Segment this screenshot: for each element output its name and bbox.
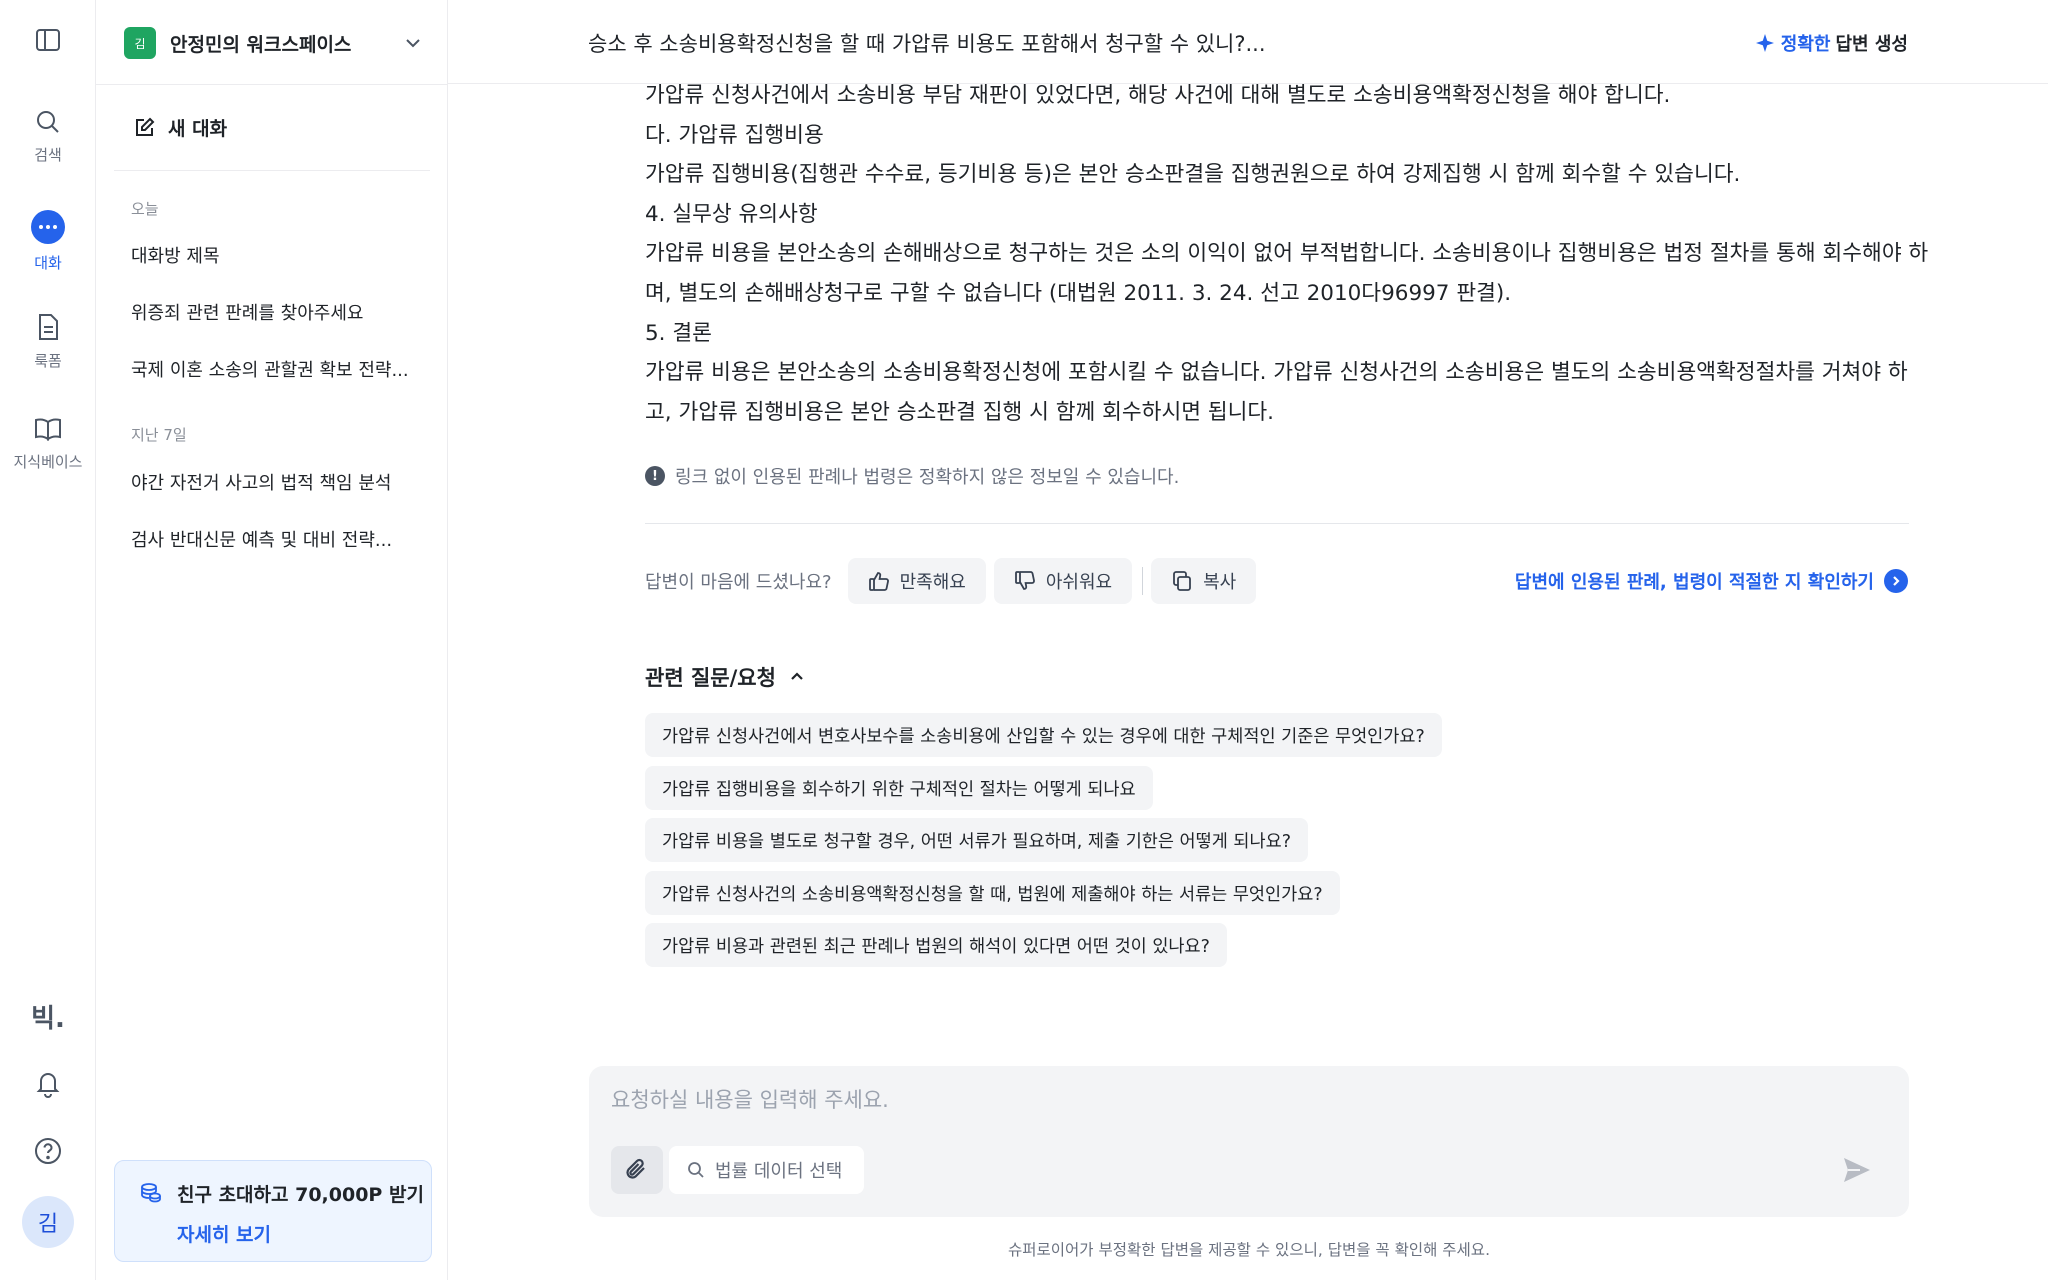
answer-line: 다. 가압류 집행비용 (645, 122, 824, 148)
conversation-item[interactable]: 대화방 제목 (131, 242, 421, 268)
attach-file-button[interactable] (611, 1146, 663, 1194)
answer-divider (645, 523, 1909, 524)
rail-chat-button[interactable]: 대화 (0, 210, 96, 273)
sidebar-toggle-button[interactable] (0, 26, 96, 54)
sidebar-divider (114, 170, 430, 171)
answer-line: 가압류 비용은 본안소송의 소송비용확정신청에 포함시킬 수 없습니다. 가압류… (645, 360, 1908, 386)
rail-knowledge-base-button[interactable]: 지식베이스 (0, 415, 96, 472)
message-input[interactable] (611, 1088, 1811, 1112)
conversation-title: 승소 후 소송비용확정신청을 할 때 가압류 비용도 포함해서 청구할 수 있니… (588, 32, 1266, 56)
copy-label: 복사 (1203, 572, 1237, 593)
rail-form-label: 룩폼 (34, 352, 62, 370)
related-question-chip[interactable]: 가압류 비용을 별도로 청구할 경우, 어떤 서류가 필요하며, 제출 기한은 … (645, 818, 1309, 862)
feedback-divider (1142, 567, 1144, 595)
new-chat-button[interactable]: 새 대화 (132, 114, 227, 141)
invite-promo-card[interactable]: 친구 초대하고 70,000P 받기 자세히 보기 (114, 1160, 432, 1262)
copy-icon (1173, 571, 1192, 591)
feedback-question: 답변이 마음에 드셨나요? (645, 572, 832, 593)
related-question-chip[interactable]: 가압류 신청사건에서 변호사보수를 소송비용에 산입할 수 있는 경우에 대한 … (645, 713, 1442, 757)
rail-search-button[interactable]: 검색 (0, 108, 96, 165)
conversation-item[interactable]: 국제 이혼 소송의 관할권 확보 전략... (131, 356, 421, 382)
copy-button[interactable]: 복사 (1151, 558, 1257, 604)
group-label-today: 오늘 (131, 200, 159, 218)
rail-kb-label: 지식베이스 (13, 453, 83, 471)
answer-line: 가압류 비용을 본안소송의 손해배상으로 청구하는 것은 소의 이익이 없어 부… (645, 241, 1929, 267)
legal-data-select-label: 법률 데이터 선택 (715, 1161, 843, 1182)
thumbs-up-icon (868, 572, 889, 591)
answer-mode-accent: 정확한 (1780, 34, 1831, 55)
answer-line: 4. 실무상 유의사항 (645, 201, 818, 227)
answer-line: 5. 결론 (645, 320, 712, 346)
edit-icon (136, 117, 155, 136)
sidebar-divider (96, 84, 448, 85)
rail-search-label: 검색 (34, 146, 62, 164)
document-icon (39, 314, 58, 340)
dislike-button[interactable]: 아쉬워요 (993, 558, 1133, 604)
citation-disclaimer: ! 링크 없이 인용된 판례나 법령은 정확하지 않은 정보일 수 있습니다. (645, 463, 1179, 489)
sidebar-toggle-icon (36, 29, 60, 51)
composer-footer-disclaimer: 슈퍼로이어가 부정확한 답변을 제공할 수 있으니, 답변을 꼭 확인해 주세요… (1008, 1241, 1490, 1259)
related-question-chip[interactable]: 가압류 비용과 관련된 최근 판례나 법원의 해석이 있다면 어떤 것이 있나요… (645, 923, 1227, 967)
verify-citations-link[interactable]: 답변에 인용된 판례, 법령이 적절한 지 확인하기 (1515, 568, 1908, 594)
rail-form-button[interactable]: 룩폼 (0, 312, 96, 371)
conversation-header: 승소 후 소송비용확정신청을 할 때 가압류 비용도 포함해서 청구할 수 있니… (448, 0, 2048, 84)
answer-line: 며, 별도의 손해배상청구로 구할 수 없습니다 (대법원 2011. 3. 2… (645, 280, 1512, 306)
promo-title: 친구 초대하고 70,000P 받기 (177, 1184, 424, 1206)
book-icon (35, 418, 61, 441)
thumbs-down-icon (1014, 571, 1035, 590)
promo-details-link[interactable]: 자세히 보기 (177, 1220, 271, 1247)
workspace-badge: 김 (124, 27, 156, 59)
send-icon (1844, 1158, 1870, 1182)
verify-citations-label: 답변에 인용된 판례, 법령이 적절한 지 확인하기 (1514, 572, 1874, 593)
user-avatar-button[interactable]: 김 (0, 1196, 96, 1248)
paperclip-icon (626, 1158, 645, 1179)
answer-mode-toggle[interactable]: 정확한 답변 생성 (1755, 30, 1908, 56)
bell-icon (36, 1073, 60, 1098)
like-label: 만족해요 (899, 572, 966, 593)
disclaimer-text: 링크 없이 인용된 판례나 법령은 정확하지 않은 정보일 수 있습니다. (675, 467, 1180, 488)
conversation-item[interactable]: 위증죄 관련 판례를 찾아주세요 (131, 299, 421, 325)
answer-line: 가압류 집행비용(집행관 수수료, 등기비용 등)은 본안 승소판결을 집행권원… (645, 162, 1741, 188)
new-chat-label: 새 대화 (168, 118, 228, 140)
chevron-right-icon (1884, 569, 1908, 593)
rail-chat-label: 대화 (34, 254, 62, 272)
chevron-up-icon (791, 672, 803, 680)
warning-icon: ! (645, 466, 665, 486)
workspace-name: 안정민의 워크스페이스 (170, 33, 352, 56)
dislike-label: 아쉬워요 (1045, 572, 1113, 593)
sparkle-icon (1755, 34, 1774, 52)
answer-line: 고, 가압류 집행비용은 본안 승소판결 집행 시 함께 회수하시면 됩니다. (645, 399, 1275, 425)
help-button[interactable] (0, 1136, 96, 1166)
answer-body: 가압류 신청사건에서 소송비용 부담 재판이 있었다면, 해당 사건에 대해 별… (645, 76, 1929, 432)
search-icon (688, 1162, 704, 1178)
related-question-chip[interactable]: 가압류 신청사건의 소송비용액확정신청을 할 때, 법원에 제출해야 하는 서류… (645, 871, 1340, 915)
brand-logo[interactable]: 빅. (0, 998, 96, 1035)
chevron-down-icon (406, 39, 420, 48)
conversation-sidebar: 김 안정민의 워크스페이스 새 대화 오늘 대화방 제목 위증죄 관련 판례를 … (96, 0, 448, 1280)
conversation-item[interactable]: 검사 반대신문 예측 및 대비 전략... (131, 526, 421, 552)
help-icon (35, 1138, 61, 1164)
like-button[interactable]: 만족해요 (847, 558, 986, 604)
coins-icon (141, 1183, 161, 1203)
related-question-chip[interactable]: 가압류 집행비용을 회수하기 위한 구체적인 절차는 어떻게 되나요 (645, 766, 1153, 810)
group-label-last-7-days: 지난 7일 (131, 426, 187, 444)
legal-data-select-button[interactable]: 법률 데이터 선택 (669, 1146, 865, 1194)
conversation-item[interactable]: 야간 자전거 사고의 법적 책임 분석 (131, 469, 421, 495)
feedback-bar: 답변이 마음에 드셨나요? 만족해요 아쉬워요 복사 (645, 558, 1264, 604)
related-questions-title: 관련 질문/요청 (645, 666, 776, 690)
icon-rail: 검색 대화 룩폼 지식베이스 빅. 김 (0, 0, 96, 1280)
answer-mode-label: 답변 생성 (1835, 34, 1908, 55)
chat-icon (31, 210, 65, 244)
workspace-selector[interactable]: 김 안정민의 워크스페이스 (124, 26, 424, 60)
notifications-button[interactable] (0, 1068, 96, 1098)
send-button[interactable] (1841, 1154, 1873, 1190)
search-icon (37, 111, 59, 133)
avatar: 김 (22, 1196, 74, 1248)
message-composer: 법률 데이터 선택 (589, 1066, 1909, 1217)
related-questions-toggle[interactable]: 관련 질문/요청 (645, 662, 806, 692)
